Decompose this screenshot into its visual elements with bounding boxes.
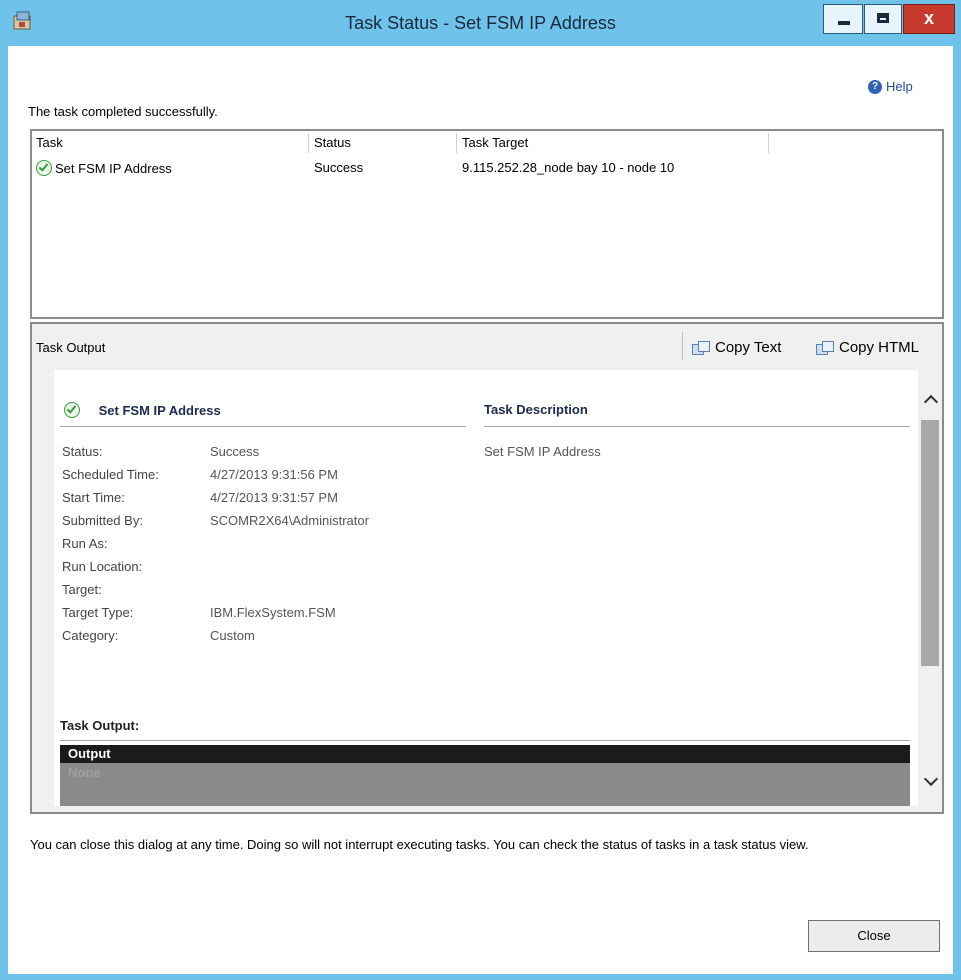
field-label: Run Location: xyxy=(62,559,143,574)
success-check-icon xyxy=(36,160,52,176)
task-name: Set FSM IP Address xyxy=(55,161,172,176)
field-label: Target Type: xyxy=(62,605,134,620)
field-label: Category: xyxy=(62,628,119,643)
column-header-task-target[interactable]: Task Target xyxy=(462,135,528,150)
close-button[interactable]: Close xyxy=(808,920,940,952)
field-value: 4/27/2013 9:31:57 PM xyxy=(210,490,338,505)
field-value: Custom xyxy=(210,628,255,643)
copy-icon xyxy=(692,341,710,355)
field-value: Success xyxy=(210,444,260,459)
task-detail-name: Set FSM IP Address xyxy=(98,403,221,418)
field-label: Target: xyxy=(62,582,102,597)
field-value: SCOMR2X64\Administrator xyxy=(210,513,369,528)
field-label: Status: xyxy=(62,444,103,459)
scroll-down-icon[interactable] xyxy=(922,774,938,790)
field-label: Submitted By: xyxy=(62,513,143,528)
task-output-heading: Task Output: xyxy=(60,718,140,733)
title-bar[interactable]: Task Status - Set FSM IP Address xyxy=(0,0,961,46)
copy-html-button[interactable]: Copy HTML xyxy=(816,339,919,356)
help-label: Help xyxy=(886,79,913,94)
copy-text-button[interactable]: Copy Text xyxy=(692,339,781,356)
window-title: Task Status - Set FSM IP Address xyxy=(345,13,616,33)
divider xyxy=(60,740,910,741)
target-cell: 9.115.252.28_node bay 10 - node 10 xyxy=(462,160,675,175)
column-divider[interactable] xyxy=(308,133,309,153)
field-value: 4/27/2013 9:31:56 PM xyxy=(210,467,338,482)
column-header-status[interactable]: Status xyxy=(314,135,351,150)
completion-message: The task completed successfully. xyxy=(28,104,218,119)
column-divider[interactable] xyxy=(768,133,769,153)
output-table: Output None xyxy=(60,745,910,806)
divider xyxy=(484,426,910,427)
divider xyxy=(60,426,466,427)
success-check-icon xyxy=(64,402,80,418)
maximize-button[interactable] xyxy=(864,4,902,34)
copy-text-label: Copy Text xyxy=(715,339,782,356)
task-output-panel: Task Output Copy Text Copy HTML Set FSM … xyxy=(30,322,944,814)
task-list[interactable]: Task Status Task Target Set FSM IP Addre… xyxy=(30,129,944,319)
info-note: You can close this dialog at any time. D… xyxy=(30,837,809,852)
minimize-button[interactable] xyxy=(823,4,863,34)
copy-icon xyxy=(816,341,834,355)
field-label: Run As: xyxy=(62,536,108,551)
scrollbar-thumb[interactable] xyxy=(921,420,939,666)
output-column-header: Output xyxy=(60,745,910,763)
task-status-window: Task Status - Set FSM IP Address ? Help … xyxy=(0,0,961,980)
scroll-up-icon[interactable] xyxy=(922,392,938,408)
toolbar-divider xyxy=(682,332,683,360)
dialog-body: ? Help The task completed successfully. … xyxy=(8,46,953,974)
help-link[interactable]: ? Help xyxy=(868,79,913,94)
field-label: Start Time: xyxy=(62,490,125,505)
field-value: IBM.FlexSystem.FSM xyxy=(210,605,336,620)
field-label: Scheduled Time: xyxy=(62,467,159,482)
task-cell: Set FSM IP Address xyxy=(36,160,172,176)
column-divider[interactable] xyxy=(456,133,457,153)
task-description-heading: Task Description xyxy=(484,402,588,417)
help-icon: ? xyxy=(868,79,882,94)
task-detail-heading: Set FSM IP Address xyxy=(64,402,221,418)
close-window-button[interactable] xyxy=(903,4,955,34)
copy-html-label: Copy HTML xyxy=(839,339,920,356)
task-output-panel-title: Task Output xyxy=(36,340,106,355)
task-description-text: Set FSM IP Address xyxy=(484,444,601,459)
status-cell: Success xyxy=(314,160,364,175)
vertical-scrollbar[interactable] xyxy=(919,370,941,806)
column-header-task[interactable]: Task xyxy=(36,135,63,150)
output-value: None xyxy=(68,765,101,780)
task-output-detail[interactable]: Set FSM IP Address Task Description Set … xyxy=(54,370,918,806)
